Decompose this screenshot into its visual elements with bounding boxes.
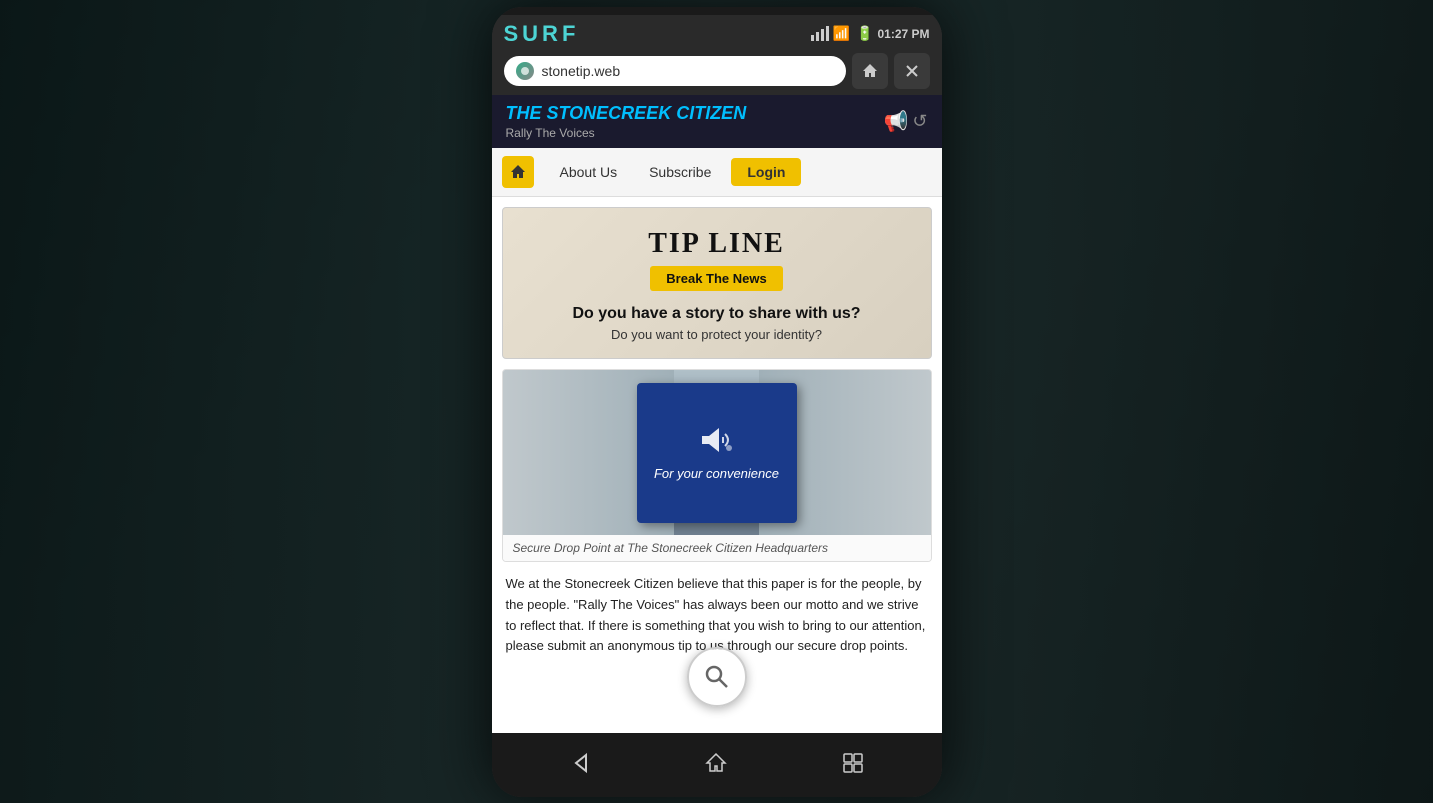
back-button[interactable] [562, 745, 598, 781]
battery-icon: 🔋 [856, 25, 873, 42]
time-display: 01:27 PM [877, 27, 929, 41]
drop-box-icon [692, 422, 742, 457]
drop-point-image-container: For your convenience Secure Drop Point a… [502, 369, 932, 562]
browser-content: The Stonecreek Citizen Rally The Voices … [492, 95, 942, 733]
apps-button[interactable] [835, 745, 871, 781]
tip-question-1: Do you have a story to share with us? [519, 305, 915, 323]
nav-home-button[interactable] [502, 156, 534, 188]
megaphone-icon: 📢 [884, 109, 909, 134]
browser-close-button[interactable] [894, 53, 930, 89]
url-text[interactable]: stonetip.web [542, 63, 834, 79]
drop-box: For your convenience [637, 383, 797, 523]
wifi-icon: 📶 [833, 25, 850, 42]
phone-bottom-bar [492, 733, 942, 797]
tip-question-2: Do you want to protect your identity? [519, 327, 915, 342]
site-tagline: Rally The Voices [506, 126, 747, 140]
home-button[interactable] [698, 745, 734, 781]
browser-top-bar: SURF 📶 🔋 01:27 PM ston [492, 15, 942, 95]
drop-box-label: For your convenience [654, 465, 779, 483]
article-text: We at the Stonecreek Citizen believe tha… [506, 574, 928, 657]
nav-subscribe-link[interactable]: Subscribe [633, 158, 727, 186]
url-bar[interactable]: stonetip.web [504, 56, 846, 86]
status-bar: 📶 🔋 01:27 PM [811, 25, 930, 42]
site-navigation: About Us Subscribe Login [492, 148, 942, 197]
tip-line-banner: TIP LINE Break The News Do you have a st… [502, 207, 932, 359]
browser-logo: SURF [504, 21, 580, 47]
nav-about-link[interactable]: About Us [544, 158, 634, 186]
url-bar-row: stonetip.web [504, 53, 930, 95]
search-icon [703, 663, 731, 691]
signal-icon [811, 26, 829, 41]
site-header: The Stonecreek Citizen Rally The Voices … [492, 95, 942, 149]
site-favicon [516, 62, 534, 80]
site-title: The Stonecreek Citizen [506, 103, 747, 125]
nav-login-button[interactable]: Login [731, 158, 801, 186]
break-news-button[interactable]: Break The News [650, 266, 782, 291]
image-caption: Secure Drop Point at The Stonecreek Citi… [503, 535, 931, 561]
site-header-icons: 📢 ↺ [884, 109, 928, 134]
refresh-icon: ↺ [912, 111, 927, 132]
tip-line-title: TIP LINE [519, 228, 915, 260]
search-circle [687, 647, 747, 707]
drop-box-visual: For your convenience [503, 370, 931, 535]
search-overlay [687, 647, 747, 707]
phone-device: SURF 📶 🔋 01:27 PM ston [492, 7, 942, 797]
browser-home-button[interactable] [852, 53, 888, 89]
phone-notch [492, 7, 942, 15]
